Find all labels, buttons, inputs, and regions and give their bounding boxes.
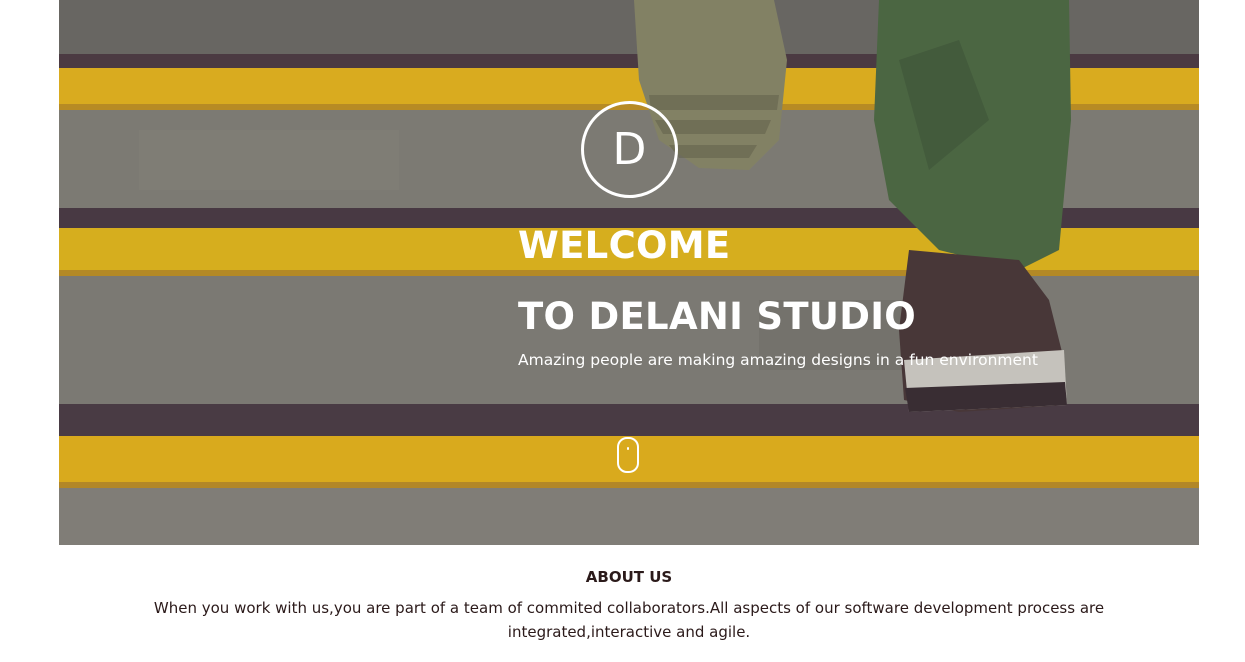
mouse-wheel (627, 447, 629, 450)
about-title: ABOUT US (585, 568, 673, 586)
about-text: When you work with us,you are part of a … (153, 599, 1105, 641)
studio-logo: D (581, 101, 678, 198)
hero-title-line-2: TO DELANI STUDIO (518, 295, 917, 338)
hero-title-line-1: WELCOME (518, 224, 731, 267)
logo-letter: D (612, 123, 647, 175)
hero-section: D WELCOME TO DELANI STUDIO Amazing peopl… (59, 0, 1199, 545)
mouse-scroll-icon[interactable] (617, 437, 639, 473)
hero-subtitle: Amazing people are making amazing design… (518, 351, 1038, 369)
about-section: ABOUT US When you work with us,you are p… (59, 545, 1199, 644)
